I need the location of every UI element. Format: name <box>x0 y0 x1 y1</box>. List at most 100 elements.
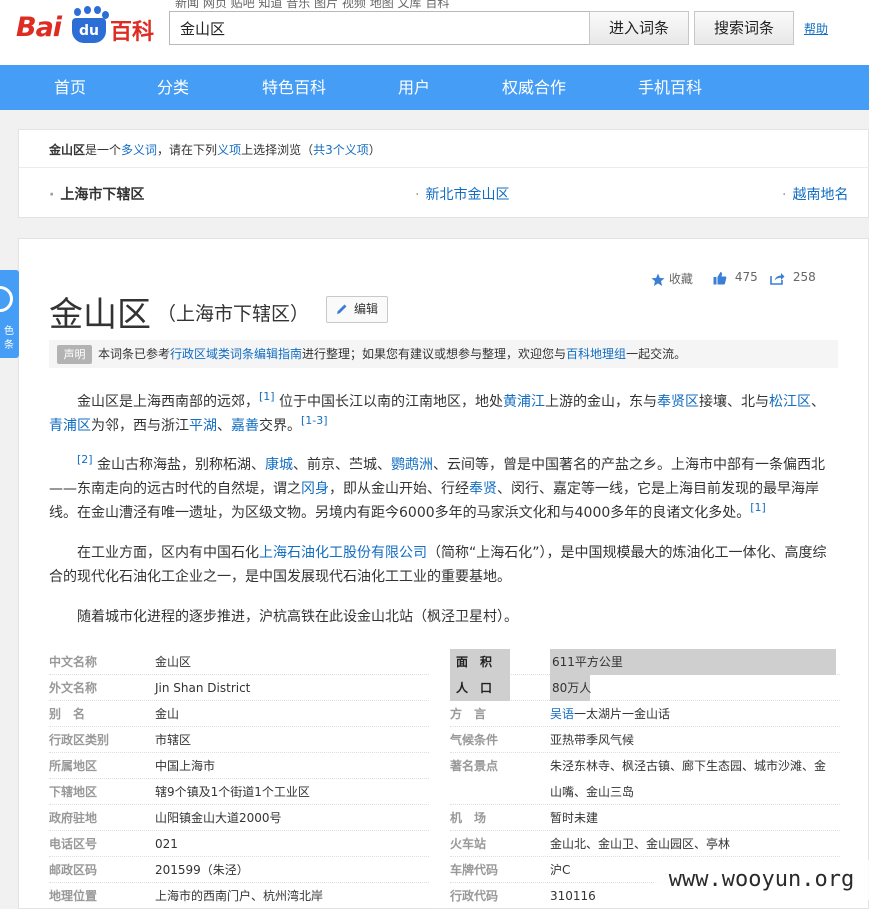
info-key: 别 名 <box>49 707 86 721</box>
info-key: 方 言 <box>450 707 487 721</box>
sense-option-label: 越南地名 <box>792 187 849 203</box>
info-row: 地理位置 上海市的西南门户、杭州湾北岸 <box>49 883 429 909</box>
info-value: 金山区 <box>155 655 192 669</box>
divider <box>19 167 869 168</box>
share-button[interactable]: 258 <box>770 270 816 285</box>
gangshen-link[interactable]: 冈身 <box>301 481 329 497</box>
paragraph-railway: 随着城市化进程的逐步推进，沪杭高铁在此设金山北站（枫泾卫星村）。 <box>77 609 518 625</box>
geo-group-link[interactable]: 百科地理组 <box>566 347 626 361</box>
search-input[interactable] <box>169 11 590 45</box>
info-row: 电话区号 021 <box>49 831 429 857</box>
info-key: 所属地区 <box>49 759 98 773</box>
info-value: 80万人 <box>550 675 591 701</box>
info-row: 方 言 吴语一太湖片一金山话 <box>450 701 840 727</box>
favorite-button[interactable]: 收藏 <box>651 270 693 287</box>
search-entry-button[interactable]: 搜索词条 <box>694 11 794 45</box>
info-value: 201599（朱泾） <box>155 863 249 877</box>
paragraph-history: [2] 金山古称海盐，别称柘湖、康城、前京、苎城、鹦鹉洲、云间等，曾是中国著名的… <box>49 453 826 521</box>
wu-dialect-link[interactable]: 吴语 <box>550 707 574 721</box>
sense-link[interactable]: 义项 <box>217 143 241 157</box>
nav-item-users[interactable]: 用户 <box>398 65 430 110</box>
sense-option-new-taipei[interactable]: · 新北市金山区 <box>415 184 509 204</box>
like-count: 475 <box>734 270 758 284</box>
disambiguation-term: 金山区 <box>49 143 86 157</box>
info-row: 行政区类别 市辖区 <box>49 727 429 753</box>
info-row: 下辖地区 辖9个镇及1个街道1个工业区 <box>49 779 429 805</box>
nav-item-partners[interactable]: 权威合作 <box>502 65 566 110</box>
logo-paw-mark <box>84 6 91 14</box>
reference-link[interactable]: [2] <box>77 453 93 466</box>
main-nav: 首页 分类 特色百科 用户 权威合作 手机百科 <box>0 65 869 110</box>
nav-item-featured[interactable]: 特色百科 <box>262 65 326 110</box>
info-key: 中文名称 <box>49 655 98 669</box>
thumbs-up-icon <box>713 271 727 284</box>
fengxian-link[interactable]: 奉贤区 <box>657 394 699 410</box>
logo-paw-mark <box>94 6 101 14</box>
polysemy-link[interactable]: 多义词 <box>121 143 157 157</box>
info-key: 车牌代码 <box>450 863 499 877</box>
favorite-label: 收藏 <box>668 272 693 286</box>
info-key: 行政区类别 <box>49 733 110 747</box>
info-value: 吴语一太湖片一金山话 <box>550 707 671 721</box>
info-row: 面 积 611平方公里 <box>450 649 840 675</box>
info-row: 著名景点 朱泾东林寺、枫泾古镇、廊下生态园、城市沙滩、金 <box>450 753 840 779</box>
sense-option-vietnam[interactable]: · 越南地名 <box>782 184 848 204</box>
qingpu-link[interactable]: 青浦区 <box>49 418 91 434</box>
side-tab-label: 条 <box>4 340 14 351</box>
sinopec-shanghai-link[interactable]: 上海石油化工股份有限公司 <box>259 545 427 561</box>
sense-option-current[interactable]: · 上海市下辖区 <box>49 184 144 204</box>
info-value: 中国上海市 <box>155 759 216 773</box>
share-icon <box>770 272 785 285</box>
top-bar: 新闻 网页 贴吧 知道 音乐 图片 视频 地图 文库 百科 Bai du 百科 … <box>0 0 869 65</box>
entry-statement: 声明 本词条已参考行政区域类词条编辑指南进行整理；如果您有建议或想参与整理，欢迎您… <box>49 340 838 368</box>
info-row: 邮政区码 201599（朱泾） <box>49 857 429 883</box>
info-value: 亚热带季风气候 <box>550 733 635 747</box>
info-key: 电话区号 <box>49 837 98 851</box>
top-product-links[interactable]: 新闻 网页 贴吧 知道 音乐 图片 视频 地图 文库 百科 <box>175 0 449 11</box>
info-value: 上海市的西南门户、杭州湾北岸 <box>155 889 324 903</box>
notice-text: 上选择浏览（ <box>241 143 314 157</box>
baidu-baike-logo[interactable]: Bai du 百科 <box>16 6 156 48</box>
enter-entry-button[interactable]: 进入词条 <box>589 11 689 45</box>
share-count: 258 <box>792 270 816 284</box>
nav-item-category[interactable]: 分类 <box>157 65 189 110</box>
notice-text: ） <box>368 143 381 157</box>
yingwuzhou-link[interactable]: 鹦鹉洲 <box>391 457 433 473</box>
nav-item-home[interactable]: 首页 <box>54 65 86 110</box>
entry-content: 收藏 475 258 金山区 （上海市下辖区） 编辑 声明 本词条已参考行政区域类… <box>18 238 869 909</box>
kangcheng-link[interactable]: 康城 <box>265 457 293 473</box>
paragraph-industry: 在工业方面，区内有中国石化上海石油化工股份有限公司（简称“上海石化”），是中国规… <box>49 545 827 585</box>
jiashan-link[interactable]: 嘉善 <box>231 418 259 434</box>
fengxian-town-link[interactable]: 奉贤 <box>469 481 497 497</box>
ring-icon <box>0 286 13 312</box>
info-key: 面 积 <box>450 649 510 675</box>
notice-text: ，请在下列 <box>157 143 218 157</box>
info-row: 火车站 金山北、金山卫、金山园区、亭林 <box>450 831 840 857</box>
help-link[interactable]: 帮助 <box>804 20 828 37</box>
info-value: 金山北、金山卫、金山园区、亭林 <box>550 837 731 851</box>
bullet-icon: · <box>782 187 787 203</box>
pinghu-link[interactable]: 平湖 <box>189 418 217 434</box>
info-row: 人 口 80万人 <box>450 675 840 701</box>
info-key: 著名景点 <box>450 759 499 773</box>
watermark: www.wooyun.org <box>654 860 869 900</box>
info-value: 021 <box>155 837 178 851</box>
info-key: 机 场 <box>450 811 487 825</box>
statement-tag: 声明 <box>57 345 92 364</box>
reference-link[interactable]: [1] <box>750 501 766 514</box>
info-row: 外文名称 Jin Shan District <box>49 675 429 701</box>
sense-count-link[interactable]: 共3个义项 <box>313 143 369 157</box>
songjiang-link[interactable]: 松江区 <box>769 394 811 410</box>
info-key: 人 口 <box>450 675 510 701</box>
info-key: 气候条件 <box>450 733 499 747</box>
side-feature-tab[interactable]: 色 条 <box>0 270 19 358</box>
nav-item-mobile[interactable]: 手机百科 <box>638 65 702 110</box>
edit-guide-link[interactable]: 行政区域类词条编辑指南 <box>170 347 302 361</box>
huangpu-river-link[interactable]: 黄浦江 <box>503 394 545 410</box>
edit-button-label: 编辑 <box>354 302 379 316</box>
info-key: 火车站 <box>450 837 487 851</box>
edit-button[interactable]: 编辑 <box>326 296 388 323</box>
reference-link[interactable]: [1-3] <box>301 414 328 427</box>
reference-link[interactable]: [1] <box>259 390 275 403</box>
like-button[interactable]: 475 <box>713 270 758 285</box>
